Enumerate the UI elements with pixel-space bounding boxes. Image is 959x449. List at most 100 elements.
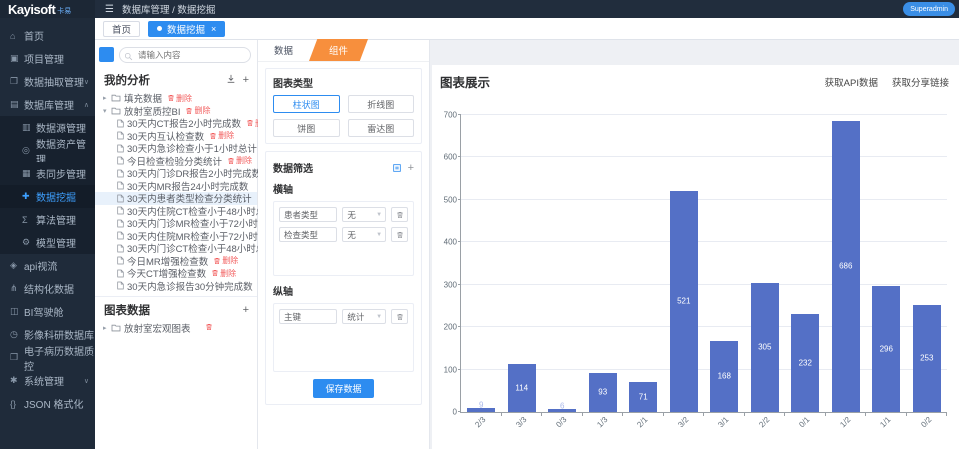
arrow-right-icon[interactable]: ▸ [103,94,111,102]
delete-link[interactable]: 删除 [213,255,238,266]
table-sync-icon: ▦ [22,168,36,179]
sidebar-item-模型管理[interactable]: ⚙模型管理 [0,231,95,254]
add-chart-data-icon[interactable]: + [243,304,249,316]
delete-link[interactable]: 删除 [185,105,210,116]
bar[interactable]: 232 [791,314,819,412]
bar[interactable]: 71 [629,382,657,412]
sidebar-item-label: BI驾驶舱 [24,304,63,319]
tree-item[interactable]: 今天CT增强检查数删除 [95,267,257,280]
add-analysis-icon[interactable]: + [243,74,249,86]
sidebar-item-数据资产管理[interactable]: ◎数据资产管理 [0,139,95,162]
bar[interactable]: 253 [913,305,941,412]
tree-item[interactable]: 30天内CT报告2小时完成数删除 [95,117,257,130]
chart-type-饼图[interactable]: 饼图 [273,119,340,137]
chart-type-雷达图[interactable]: 雷达图 [348,119,415,137]
x-axis-field[interactable]: 检查类型 [279,227,337,242]
tree-item[interactable]: 30天内急诊报告30分钟完成数 [95,280,257,293]
config-tab-组件[interactable]: 组件 [309,39,368,61]
delete-link[interactable]: 删除 [167,93,192,104]
add-filter-icon[interactable]: + [408,162,414,174]
x-axis-field[interactable]: 患者类型 [279,207,337,222]
collapse-button[interactable] [99,47,114,62]
bar[interactable]: 114 [508,364,536,412]
x-tick-label: 1/2 [838,415,852,429]
tree-item[interactable]: 30天内门诊MR检查小于72小时总计 [95,217,257,230]
y-axis-agg-select[interactable]: 统计▼ [342,309,386,324]
get-share-link[interactable]: 获取分享链接 [892,75,949,89]
sidebar-item-首页[interactable]: ⌂首页 [0,24,95,47]
tree-item[interactable]: 30天内门诊DR报告2小时完成数 [95,167,257,180]
bar[interactable]: 305 [751,283,779,412]
chart-type-柱状图[interactable]: 柱状图 [273,95,340,113]
y-axis-field[interactable]: 主键 [279,309,337,324]
bar[interactable]: 296 [872,286,900,412]
trash-icon[interactable] [391,227,408,242]
delete-link[interactable]: 删除 [211,268,236,279]
x-axis-rows: 患者类型无▼ 检查类型无▼ [279,207,408,242]
sidebar-item-数据挖掘[interactable]: ✚数据挖掘 [0,185,95,208]
sidebar-item-label: 项目管理 [24,51,64,66]
tree-item[interactable]: 30天内MR报告24小时完成数 [95,180,257,193]
tree-item[interactable]: 今日MR增强检查数删除 [95,255,257,268]
bar[interactable]: 168 [710,341,738,412]
trash-icon[interactable] [391,207,408,222]
x-axis-agg-select[interactable]: 无▼ [342,227,386,242]
tree-item[interactable]: 30天内患者类型检查分类统计 [95,192,257,205]
bar[interactable]: 521 [670,191,698,412]
x-axis-agg-select[interactable]: 无▼ [342,207,386,222]
hamburger-icon[interactable]: ☰ [105,4,114,15]
tree-item[interactable]: 30天内门诊CT检查小于48小时总计 [95,242,257,255]
tab-active-dot-icon [157,26,162,31]
get-api-data-link[interactable]: 获取API数据 [825,75,878,89]
tree-item[interactable]: ▾放射室质控BI删除 [95,105,257,118]
bar[interactable]: 6 [548,409,576,412]
trash-icon[interactable] [205,323,213,334]
config-tab-数据[interactable]: 数据 [258,39,309,61]
close-tab-icon[interactable]: × [211,24,216,34]
tree-item[interactable]: ▸填充数据删除 [95,92,257,105]
sidebar-item-结构化数据[interactable]: ⋔结构化数据 [0,277,95,300]
sidebar-item-BI驾驶舱[interactable]: ◫BI驾驶舱 [0,300,95,323]
chart-type-折线图[interactable]: 折线图 [348,95,415,113]
bar[interactable]: 93 [589,373,617,412]
system-icon: ✱ [10,375,24,386]
save-data-button[interactable]: 保存数据 [313,379,373,398]
arrow-down-icon[interactable]: ▾ [103,107,111,115]
x-tick-label: 0/1 [797,415,811,429]
bi-cockpit-icon: ◫ [10,306,24,317]
arrow-right-icon[interactable]: ▸ [103,324,111,332]
sidebar-item-api视流[interactable]: ◈api视流 [0,254,95,277]
tree-item[interactable]: 30天内住院MR检查小于72小时总计 [95,230,257,243]
import-icon[interactable] [226,74,236,87]
page-tab-首页[interactable]: 首页 [103,21,140,37]
sidebar-item-JSON 格式化[interactable]: {}JSON 格式化 [0,392,95,415]
tree-item[interactable]: ▸放射室宏观图表 [95,322,257,335]
bar-slot: 60/3 [542,115,583,412]
sidebar-item-数据抽取管理[interactable]: ❐数据抽取管理∨ [0,70,95,93]
trash-icon[interactable] [391,309,408,324]
user-chip[interactable]: Superadmin [903,2,955,16]
sidebar-item-算法管理[interactable]: Σ算法管理 [0,208,95,231]
chart-type-card: 图表类型 柱状图折线图饼图雷达图 [265,68,422,144]
tree-item[interactable]: 30天内住院CT检查小于48小时总计 [95,205,257,218]
bar[interactable]: 686 [832,121,860,412]
delete-link[interactable]: 删除 [209,130,234,141]
x-tick-label: 2/1 [635,415,649,429]
sidebar-item-数据库管理[interactable]: ▤数据库管理∧ [0,93,95,116]
tree-item[interactable]: 30天内急诊检查小于1小时总计 [95,142,257,155]
y-tick-label: 300 [444,280,457,289]
sidebar-item-系统管理[interactable]: ✱系统管理∨ [0,369,95,392]
file-icon [117,269,124,278]
page-tab-数据挖掘[interactable]: 数据挖掘× [148,21,225,37]
bar-slot: 1683/1 [704,115,745,412]
y-axis-label: 纵轴 [273,283,414,298]
sidebar-item-表同步管理[interactable]: ▦表同步管理 [0,162,95,185]
sidebar-item-项目管理[interactable]: ▣项目管理 [0,47,95,70]
search-input[interactable] [119,47,251,63]
bar[interactable]: 9 [467,408,495,412]
tree-item[interactable]: 30天内互认检查数删除 [95,130,257,143]
delete-link[interactable]: 删除 [227,155,252,166]
tree-item[interactable]: 今日检查检验分类统计删除 [95,155,257,168]
filter-copy-icon[interactable] [392,163,402,173]
sidebar-item-电子病历数据质控[interactable]: ❒电子病历数据质控 [0,346,95,369]
